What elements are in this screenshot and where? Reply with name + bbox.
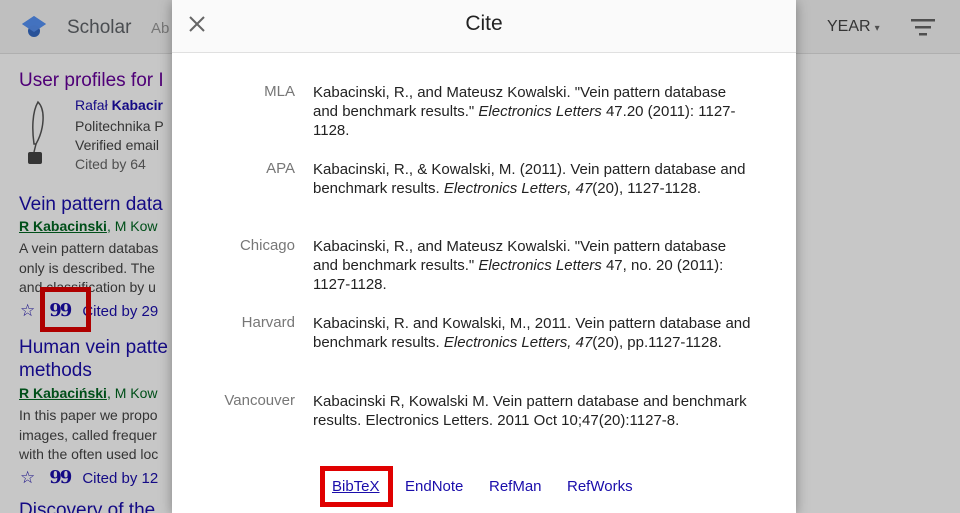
citation-style-label: Harvard [241,314,295,331]
citation-journal: Electronics Letters [478,103,602,120]
citation-style-label: MLA [264,83,295,100]
citation-style-label: Vancouver [224,392,295,409]
citation-text-tail: (20), pp.1127-1128. [592,334,722,351]
export-endnote-link[interactable]: EndNote [405,478,463,495]
citation-text[interactable]: Kabacinski, R., and Mateusz Kowalski. "V… [313,237,753,294]
dialog-header: Cite [172,0,796,53]
dialog-title: Cite [465,12,503,35]
citation-text[interactable]: Kabacinski R, Kowalski M. Vein pattern d… [313,392,753,430]
cite-dialog: Cite MLA Kabacinski, R., and Mateusz Kow… [172,0,796,513]
citation-journal: Electronics Letters, 47 [443,334,593,351]
citation-style-label: Chicago [239,237,295,254]
export-links: BibTeX EndNote RefMan RefWorks [172,478,796,498]
export-refworks-link[interactable]: RefWorks [567,478,633,495]
citation-style-label: APA [266,160,295,177]
citation-text[interactable]: Kabacinski, R., & Kowalski, M. (2011). V… [313,160,753,198]
citation-text[interactable]: Kabacinski, R., and Mateusz Kowalski. "V… [313,83,753,140]
citation-journal: Electronics Letters [478,257,602,274]
citation-text-tail: (20), 1127-1128. [592,180,701,197]
citation-text-main: Kabacinski R, Kowalski M. Vein pattern d… [313,393,747,429]
citation-text[interactable]: Kabacinski, R. and Kowalski, M., 2011. V… [313,314,753,352]
export-refman-link[interactable]: RefMan [489,478,542,495]
highlight-box-bibtex [320,466,393,507]
citation-journal: Electronics Letters, 47 [443,180,593,197]
